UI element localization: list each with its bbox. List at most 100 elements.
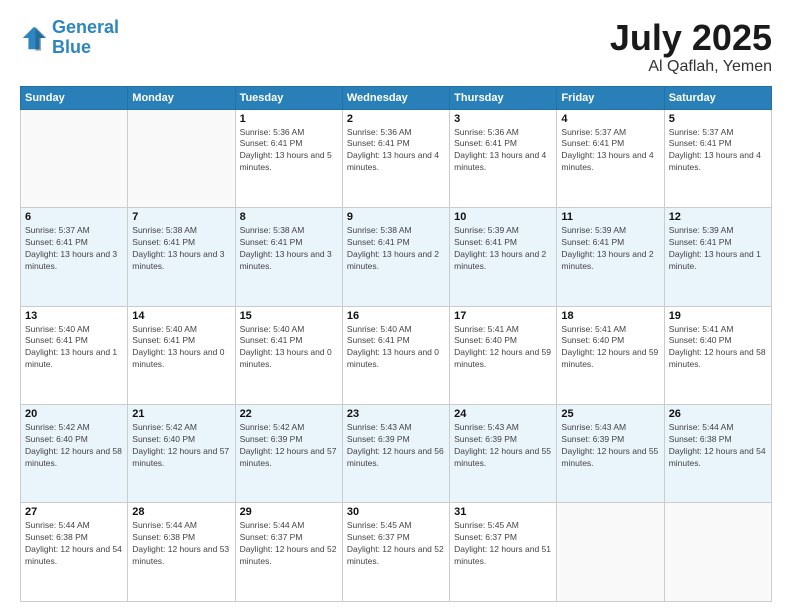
calendar-header-row: SundayMondayTuesdayWednesdayThursdayFrid… <box>21 86 772 109</box>
location-title: Al Qaflah, Yemen <box>610 58 772 76</box>
page: General Blue July 2025 Al Qaflah, Yemen … <box>0 0 792 612</box>
day-number: 30 <box>347 506 445 518</box>
day-number: 3 <box>454 113 552 125</box>
day-info: Sunrise: 5:37 AMSunset: 6:41 PMDaylight:… <box>25 225 123 273</box>
logo-general: General <box>52 17 119 37</box>
calendar-cell: 28 Sunrise: 5:44 AMSunset: 6:38 PMDayligh… <box>128 503 235 602</box>
day-number: 14 <box>132 310 230 322</box>
day-info: Sunrise: 5:40 AMSunset: 6:41 PMDaylight:… <box>240 324 338 372</box>
calendar-cell <box>21 109 128 207</box>
weekday-header-saturday: Saturday <box>664 86 771 109</box>
calendar-week-5: 27 Sunrise: 5:44 AMSunset: 6:38 PMDayligh… <box>21 503 772 602</box>
calendar-cell: 17 Sunrise: 5:41 AMSunset: 6:40 PMDayligh… <box>450 306 557 404</box>
day-info: Sunrise: 5:42 AMSunset: 6:40 PMDaylight:… <box>25 422 123 470</box>
day-number: 13 <box>25 310 123 322</box>
day-number: 15 <box>240 310 338 322</box>
calendar-cell: 22 Sunrise: 5:42 AMSunset: 6:39 PMDayligh… <box>235 405 342 503</box>
calendar-cell: 10 Sunrise: 5:39 AMSunset: 6:41 PMDayligh… <box>450 208 557 306</box>
weekday-header-tuesday: Tuesday <box>235 86 342 109</box>
title-block: July 2025 Al Qaflah, Yemen <box>610 18 772 76</box>
calendar-cell: 4Sunrise: 5:37 AMSunset: 6:41 PMDaylight… <box>557 109 664 207</box>
calendar-cell: 14 Sunrise: 5:40 AMSunset: 6:41 PMDayligh… <box>128 306 235 404</box>
calendar-table: SundayMondayTuesdayWednesdayThursdayFrid… <box>20 86 772 602</box>
day-info: Sunrise: 5:39 AMSunset: 6:41 PMDaylight:… <box>561 225 659 273</box>
day-number: 16 <box>347 310 445 322</box>
day-number: 11 <box>561 211 659 223</box>
day-info: Sunrise: 5:43 AMSunset: 6:39 PMDaylight:… <box>561 422 659 470</box>
weekday-header-sunday: Sunday <box>21 86 128 109</box>
day-number: 29 <box>240 506 338 518</box>
day-info: Sunrise: 5:38 AMSunset: 6:41 PMDaylight:… <box>240 225 338 273</box>
day-number: 20 <box>25 408 123 420</box>
calendar-week-1: 1 Sunrise: 5:36 AMSunset: 6:41 PMDaylight… <box>21 109 772 207</box>
calendar-cell: 9Sunrise: 5:38 AMSunset: 6:41 PMDaylight… <box>342 208 449 306</box>
day-number: 17 <box>454 310 552 322</box>
day-number: 7 <box>132 211 230 223</box>
calendar-cell: 6 Sunrise: 5:37 AMSunset: 6:41 PMDaylight… <box>21 208 128 306</box>
calendar-cell: 2 Sunrise: 5:36 AMSunset: 6:41 PMDaylight… <box>342 109 449 207</box>
day-info: Sunrise: 5:44 AMSunset: 6:38 PMDaylight:… <box>669 422 767 470</box>
day-number: 10 <box>454 211 552 223</box>
day-number: 2 <box>347 113 445 125</box>
weekday-header-wednesday: Wednesday <box>342 86 449 109</box>
day-info: Sunrise: 5:45 AMSunset: 6:37 PMDaylight:… <box>454 520 552 568</box>
day-number: 5 <box>669 113 767 125</box>
day-info: Sunrise: 5:40 AMSunset: 6:41 PMDaylight:… <box>25 324 123 372</box>
day-number: 22 <box>240 408 338 420</box>
calendar-cell: 26 Sunrise: 5:44 AMSunset: 6:38 PMDayligh… <box>664 405 771 503</box>
day-info: Sunrise: 5:43 AMSunset: 6:39 PMDaylight:… <box>347 422 445 470</box>
calendar-cell <box>557 503 664 602</box>
day-info: Sunrise: 5:42 AMSunset: 6:39 PMDaylight:… <box>240 422 338 470</box>
day-number: 23 <box>347 408 445 420</box>
day-number: 27 <box>25 506 123 518</box>
day-number: 26 <box>669 408 767 420</box>
day-info: Sunrise: 5:39 AMSunset: 6:41 PMDaylight:… <box>669 225 767 273</box>
day-info: Sunrise: 5:40 AMSunset: 6:41 PMDaylight:… <box>347 324 445 372</box>
day-number: 19 <box>669 310 767 322</box>
month-title: July 2025 <box>610 18 772 58</box>
day-info: Sunrise: 5:44 AMSunset: 6:38 PMDaylight:… <box>132 520 230 568</box>
weekday-header-monday: Monday <box>128 86 235 109</box>
day-info: Sunrise: 5:42 AMSunset: 6:40 PMDaylight:… <box>132 422 230 470</box>
calendar-cell: 18Sunrise: 5:41 AMSunset: 6:40 PMDayligh… <box>557 306 664 404</box>
day-number: 8 <box>240 211 338 223</box>
logo-blue: Blue <box>52 37 91 57</box>
calendar-cell: 19 Sunrise: 5:41 AMSunset: 6:40 PMDayligh… <box>664 306 771 404</box>
day-number: 12 <box>669 211 767 223</box>
calendar-cell: 25Sunrise: 5:43 AMSunset: 6:39 PMDayligh… <box>557 405 664 503</box>
calendar-cell: 29Sunrise: 5:44 AMSunset: 6:37 PMDayligh… <box>235 503 342 602</box>
day-info: Sunrise: 5:38 AMSunset: 6:41 PMDaylight:… <box>132 225 230 273</box>
logo-text: General Blue <box>52 18 119 58</box>
calendar-cell: 5Sunrise: 5:37 AMSunset: 6:41 PMDaylight… <box>664 109 771 207</box>
day-number: 1 <box>240 113 338 125</box>
weekday-header-friday: Friday <box>557 86 664 109</box>
day-info: Sunrise: 5:44 AMSunset: 6:38 PMDaylight:… <box>25 520 123 568</box>
day-number: 31 <box>454 506 552 518</box>
calendar-week-2: 6 Sunrise: 5:37 AMSunset: 6:41 PMDaylight… <box>21 208 772 306</box>
day-info: Sunrise: 5:41 AMSunset: 6:40 PMDaylight:… <box>669 324 767 372</box>
day-info: Sunrise: 5:36 AMSunset: 6:41 PMDaylight:… <box>347 127 445 175</box>
calendar-cell: 15 Sunrise: 5:40 AMSunset: 6:41 PMDayligh… <box>235 306 342 404</box>
day-info: Sunrise: 5:40 AMSunset: 6:41 PMDaylight:… <box>132 324 230 372</box>
calendar-cell: 16 Sunrise: 5:40 AMSunset: 6:41 PMDayligh… <box>342 306 449 404</box>
day-info: Sunrise: 5:43 AMSunset: 6:39 PMDaylight:… <box>454 422 552 470</box>
calendar-week-4: 20 Sunrise: 5:42 AMSunset: 6:40 PMDayligh… <box>21 405 772 503</box>
calendar-cell: 31 Sunrise: 5:45 AMSunset: 6:37 PMDayligh… <box>450 503 557 602</box>
calendar-cell: 23 Sunrise: 5:43 AMSunset: 6:39 PMDayligh… <box>342 405 449 503</box>
day-info: Sunrise: 5:41 AMSunset: 6:40 PMDaylight:… <box>561 324 659 372</box>
day-number: 28 <box>132 506 230 518</box>
calendar-cell: 24Sunrise: 5:43 AMSunset: 6:39 PMDayligh… <box>450 405 557 503</box>
calendar-cell: 11 Sunrise: 5:39 AMSunset: 6:41 PMDayligh… <box>557 208 664 306</box>
day-number: 6 <box>25 211 123 223</box>
day-info: Sunrise: 5:36 AMSunset: 6:41 PMDaylight:… <box>454 127 552 175</box>
calendar-cell: 27 Sunrise: 5:44 AMSunset: 6:38 PMDayligh… <box>21 503 128 602</box>
day-number: 21 <box>132 408 230 420</box>
calendar-cell: 12 Sunrise: 5:39 AMSunset: 6:41 PMDayligh… <box>664 208 771 306</box>
calendar-cell <box>664 503 771 602</box>
day-info: Sunrise: 5:39 AMSunset: 6:41 PMDaylight:… <box>454 225 552 273</box>
calendar-cell: 21 Sunrise: 5:42 AMSunset: 6:40 PMDayligh… <box>128 405 235 503</box>
day-info: Sunrise: 5:36 AMSunset: 6:41 PMDaylight:… <box>240 127 338 175</box>
day-info: Sunrise: 5:41 AMSunset: 6:40 PMDaylight:… <box>454 324 552 372</box>
day-number: 4 <box>561 113 659 125</box>
calendar-cell: 1 Sunrise: 5:36 AMSunset: 6:41 PMDaylight… <box>235 109 342 207</box>
